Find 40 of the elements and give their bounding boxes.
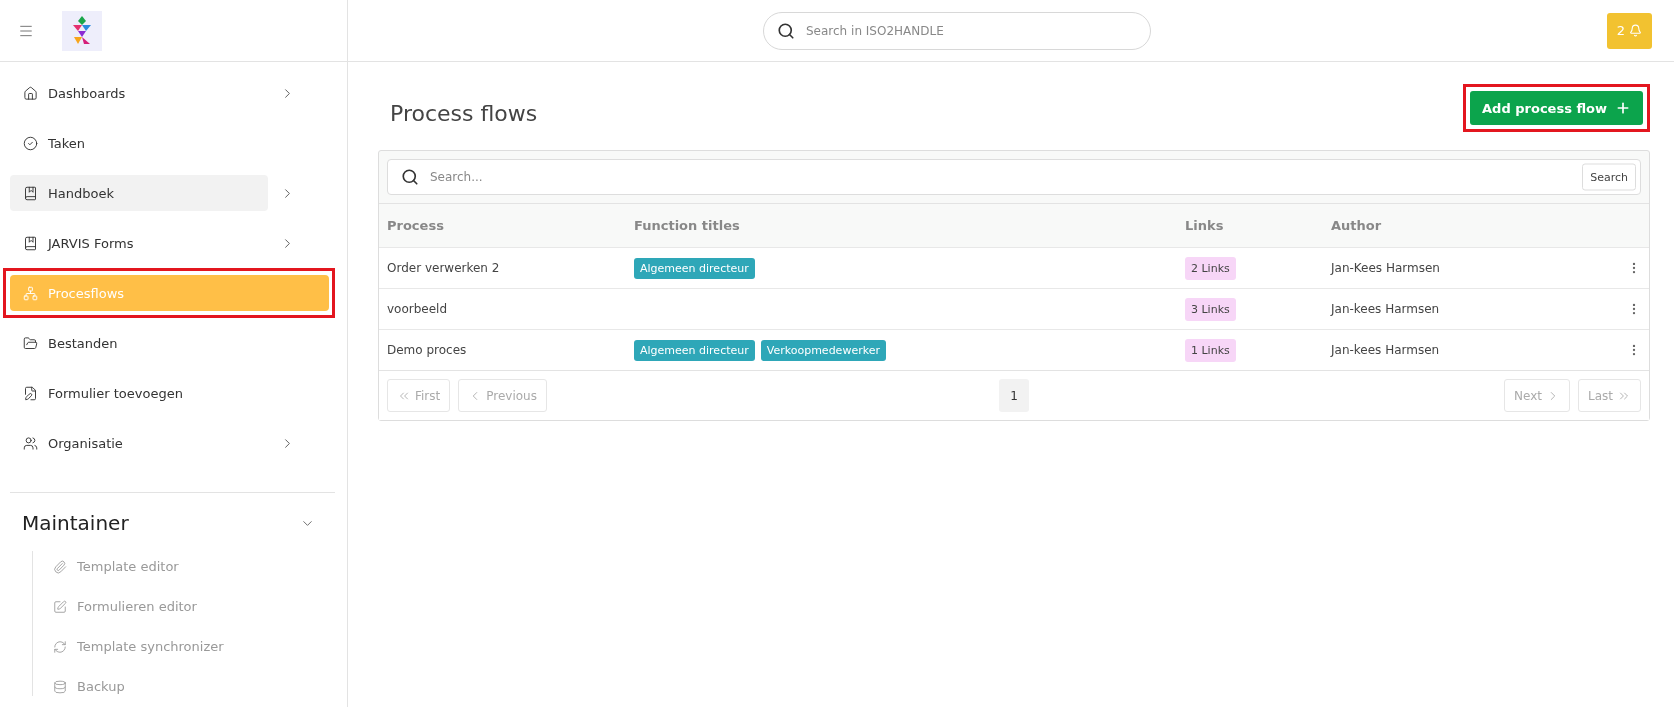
refresh-icon <box>53 639 67 654</box>
hierarchy-icon <box>23 285 38 301</box>
plus-icon <box>1615 100 1631 116</box>
sidebar-item[interactable]: Dashboards <box>10 75 268 111</box>
table-cell: Demo proces <box>379 329 626 370</box>
users-icon <box>23 435 38 451</box>
sidebar-item[interactable]: Bestanden <box>10 325 268 361</box>
table-cell: Jan-Kees Harmsen <box>1323 247 1619 288</box>
table-cell: Jan-kees Harmsen <box>1323 329 1619 370</box>
form-pen-icon <box>23 385 38 401</box>
database-icon <box>53 679 67 694</box>
function-tag: Algemeen directeur <box>634 339 755 361</box>
sidebar-item[interactable]: Organisatie <box>10 425 268 461</box>
book-icon <box>23 235 38 251</box>
home-icon <box>23 85 38 101</box>
page-title: Process flows <box>390 100 538 126</box>
logo-icon[interactable] <box>62 10 102 51</box>
folder-icon <box>23 335 38 351</box>
table-cell: voorbeeld <box>379 288 626 329</box>
sidebar-item[interactable]: JARVIS Forms <box>10 225 268 261</box>
bell-icon <box>1629 24 1642 37</box>
search-field[interactable]: Search in ISO2HANDLE <box>763 11 1151 50</box>
links-badge[interactable]: 1 Links <box>1185 338 1236 362</box>
search-icon <box>401 168 419 186</box>
pen-square-icon <box>53 599 67 614</box>
function-tag: Verkoopmedewerker <box>760 339 886 361</box>
page-number-button[interactable]: 1 <box>999 379 1029 412</box>
search-button[interactable]: Search <box>1582 163 1636 191</box>
search-icon <box>777 21 795 40</box>
book-icon <box>23 185 38 201</box>
table-cell: Order verwerken 2 <box>379 247 626 288</box>
function-tag: Algemeen directeur <box>634 257 755 279</box>
sidebar-item[interactable]: Taken <box>10 125 268 161</box>
sidebar-item[interactable]: Formulier toevoegen <box>10 375 268 411</box>
section-title: Maintainer <box>22 511 129 535</box>
table-cell: Jan-kees Harmsen <box>1323 288 1619 329</box>
links-badge[interactable]: 2 Links <box>1185 256 1236 280</box>
check-circle-icon <box>23 135 38 151</box>
paperclip-icon <box>53 559 67 574</box>
links-badge[interactable]: 3 Links <box>1185 297 1236 321</box>
